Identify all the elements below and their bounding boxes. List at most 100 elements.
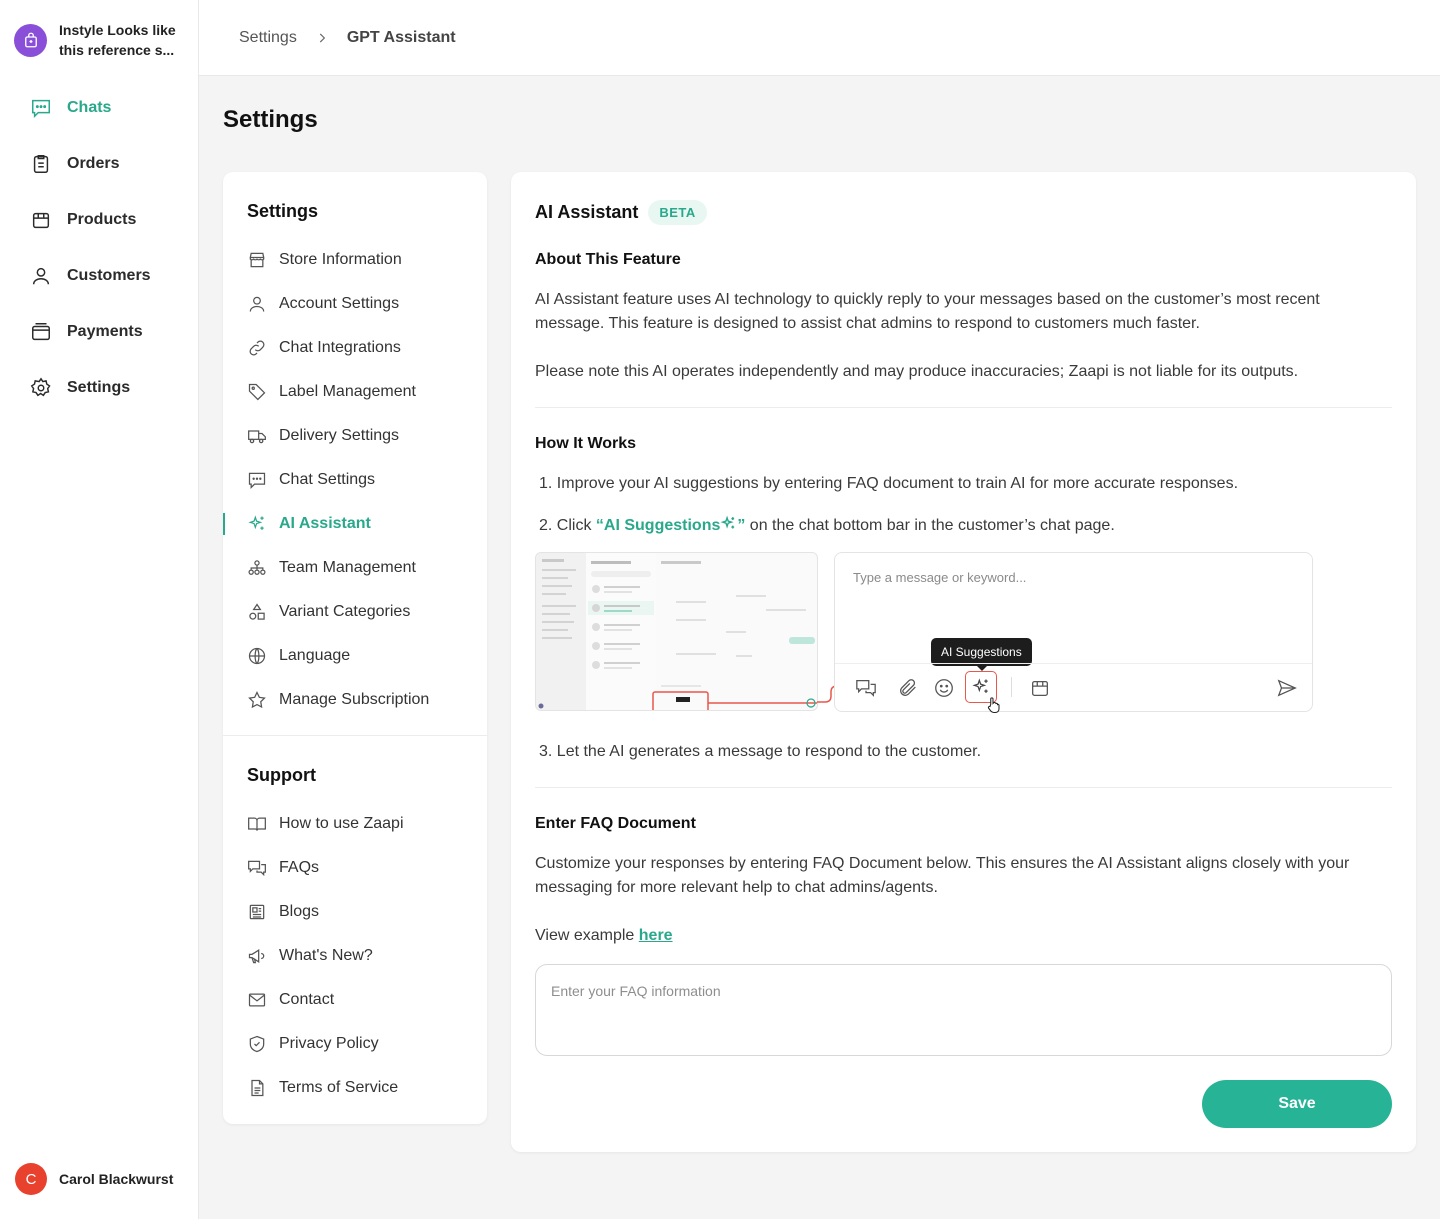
nav-label: Products xyxy=(67,211,137,228)
nav-item-chats[interactable]: Chats xyxy=(0,80,199,136)
menu-item-privacy-policy[interactable]: Privacy Policy xyxy=(223,1022,487,1066)
nav-label: Customers xyxy=(67,267,151,284)
settings-menu-heading: Settings xyxy=(247,201,319,221)
nav-item-payments[interactable]: Payments xyxy=(0,304,199,360)
faq-icon xyxy=(248,860,266,877)
team-icon xyxy=(248,560,266,575)
menu-item-delivery-settings[interactable]: Delivery Settings xyxy=(223,414,487,458)
nav-label: Payments xyxy=(67,323,143,340)
menu-item-label: What's New? xyxy=(279,947,373,964)
store-switcher[interactable]: Instyle Looks like this reference s... xyxy=(14,20,181,60)
step-2: 2. Click “AI Suggestions” on the chat bo… xyxy=(539,515,1115,535)
main-nav: Chats Orders Products Customers Payments… xyxy=(0,80,199,416)
star-icon xyxy=(248,691,266,709)
how-heading: How It Works xyxy=(535,435,637,452)
menu-item-how-to-use[interactable]: How to use Zaapi xyxy=(223,802,487,846)
clipboard-icon xyxy=(33,155,49,173)
avatar: C xyxy=(15,1163,47,1195)
beta-badge: BETA xyxy=(648,200,707,225)
section-divider xyxy=(535,787,1392,788)
sparkle-icon xyxy=(248,515,264,530)
menu-item-blogs[interactable]: Blogs xyxy=(223,890,487,934)
topbar: Settings GPT Assistant xyxy=(199,0,1440,76)
menu-item-label: Team Management xyxy=(279,559,416,576)
save-button[interactable]: Save xyxy=(1202,1080,1392,1128)
menu-item-label: Terms of Service xyxy=(279,1079,399,1096)
menu-item-label: AI Assistant xyxy=(279,515,371,532)
about-heading: About This Feature xyxy=(535,251,681,268)
menu-item-account-settings[interactable]: Account Settings xyxy=(223,282,487,326)
menu-item-manage-subscription[interactable]: Manage Subscription xyxy=(223,678,487,722)
menu-item-team-management[interactable]: Team Management xyxy=(223,546,487,590)
menu-item-label: Privacy Policy xyxy=(279,1035,379,1052)
support-menu-heading: Support xyxy=(247,765,316,785)
menu-item-label: Store Information xyxy=(279,251,402,268)
menu-item-label: Chat Integrations xyxy=(279,339,401,356)
megaphone-icon xyxy=(248,949,265,964)
menu-item-terms-of-service[interactable]: Terms of Service xyxy=(223,1066,487,1110)
menu-item-chat-integrations[interactable]: Chat Integrations xyxy=(223,326,487,370)
ai-assistant-panel: AI Assistant BETA About This Feature AI … xyxy=(511,172,1416,1152)
support-menu-list: How to use Zaapi FAQs Blogs What's New? … xyxy=(223,802,487,1110)
menu-item-variant-categories[interactable]: Variant Categories xyxy=(223,590,487,634)
menu-item-label: Delivery Settings xyxy=(279,427,400,444)
hand-cursor-icon xyxy=(987,697,1000,714)
breadcrumb-parent[interactable]: Settings xyxy=(239,29,297,47)
nav-item-products[interactable]: Products xyxy=(0,192,199,248)
user-icon xyxy=(249,296,265,312)
menu-item-language[interactable]: Language xyxy=(223,634,487,678)
menu-item-contact[interactable]: Contact xyxy=(223,978,487,1022)
menu-item-label: Manage Subscription xyxy=(279,691,430,708)
store-icon xyxy=(249,252,265,268)
about-paragraph-1: AI Assistant feature uses AI technology … xyxy=(535,291,1320,332)
emoji-icon xyxy=(935,679,953,697)
document-icon xyxy=(251,1079,264,1097)
gear-icon xyxy=(30,377,51,397)
nav-item-settings[interactable]: Settings xyxy=(0,360,199,416)
panel-title-text: AI Assistant xyxy=(535,202,639,222)
menu-item-whats-new[interactable]: What's New? xyxy=(223,934,487,978)
user-icon xyxy=(32,267,50,285)
user-profile[interactable]: C Carol Blackwurst xyxy=(15,1163,173,1195)
menu-item-ai-assistant[interactable]: AI Assistant xyxy=(223,502,487,546)
about-paragraph-2: Please note this AI operates independent… xyxy=(535,363,1299,380)
chevron-right-icon xyxy=(315,31,329,45)
newspaper-icon xyxy=(249,904,265,920)
sidebar: Instyle Looks like this reference s... C… xyxy=(0,0,199,1219)
nav-item-customers[interactable]: Customers xyxy=(0,248,199,304)
menu-item-label: Chat Settings xyxy=(279,471,376,488)
composer-placeholder: Type a message or keyword... xyxy=(853,570,1027,585)
section-divider xyxy=(535,407,1392,408)
menu-item-label-management[interactable]: Label Management xyxy=(223,370,487,414)
store-name: Instyle Looks like this reference s... xyxy=(59,22,176,58)
menu-item-label: Variant Categories xyxy=(279,603,411,620)
faq-input[interactable] xyxy=(535,964,1392,1056)
faq-reply-icon xyxy=(856,680,876,697)
step-3: 3. Let the AI generates a message to res… xyxy=(539,743,982,760)
product-box-icon xyxy=(1032,680,1048,696)
view-example-prefix: View example xyxy=(535,927,639,944)
panel-title: AI Assistant BETA xyxy=(535,200,707,225)
menu-item-label: How to use Zaapi xyxy=(279,815,404,832)
composer-divider xyxy=(835,663,1312,664)
menu-item-label: Contact xyxy=(279,991,335,1008)
shapes-icon xyxy=(249,603,265,620)
nav-label: Orders xyxy=(67,155,120,172)
faq-heading: Enter FAQ Document xyxy=(535,815,696,832)
menu-item-chat-settings[interactable]: Chat Settings xyxy=(223,458,487,502)
link-icon xyxy=(249,340,265,356)
ai-suggestions-tooltip: AI Suggestions xyxy=(931,638,1032,671)
menu-divider xyxy=(223,735,487,736)
view-example: View example here xyxy=(535,924,1385,948)
example-link[interactable]: here xyxy=(639,927,673,944)
step-2-highlight: “AI Suggestions” xyxy=(596,515,745,534)
step-1: 1. Improve your AI suggestions by enteri… xyxy=(539,475,1239,492)
chat-composer-demo: Type a message or keyword... AI Suggesti… xyxy=(834,552,1313,714)
menu-item-faqs[interactable]: FAQs xyxy=(223,846,487,890)
tag-icon xyxy=(248,383,266,401)
sparkle-icon xyxy=(720,515,735,529)
send-icon xyxy=(1277,679,1297,697)
nav-item-orders[interactable]: Orders xyxy=(0,136,199,192)
sparkle-icon xyxy=(972,678,988,693)
menu-item-store-information[interactable]: Store Information xyxy=(223,238,487,282)
